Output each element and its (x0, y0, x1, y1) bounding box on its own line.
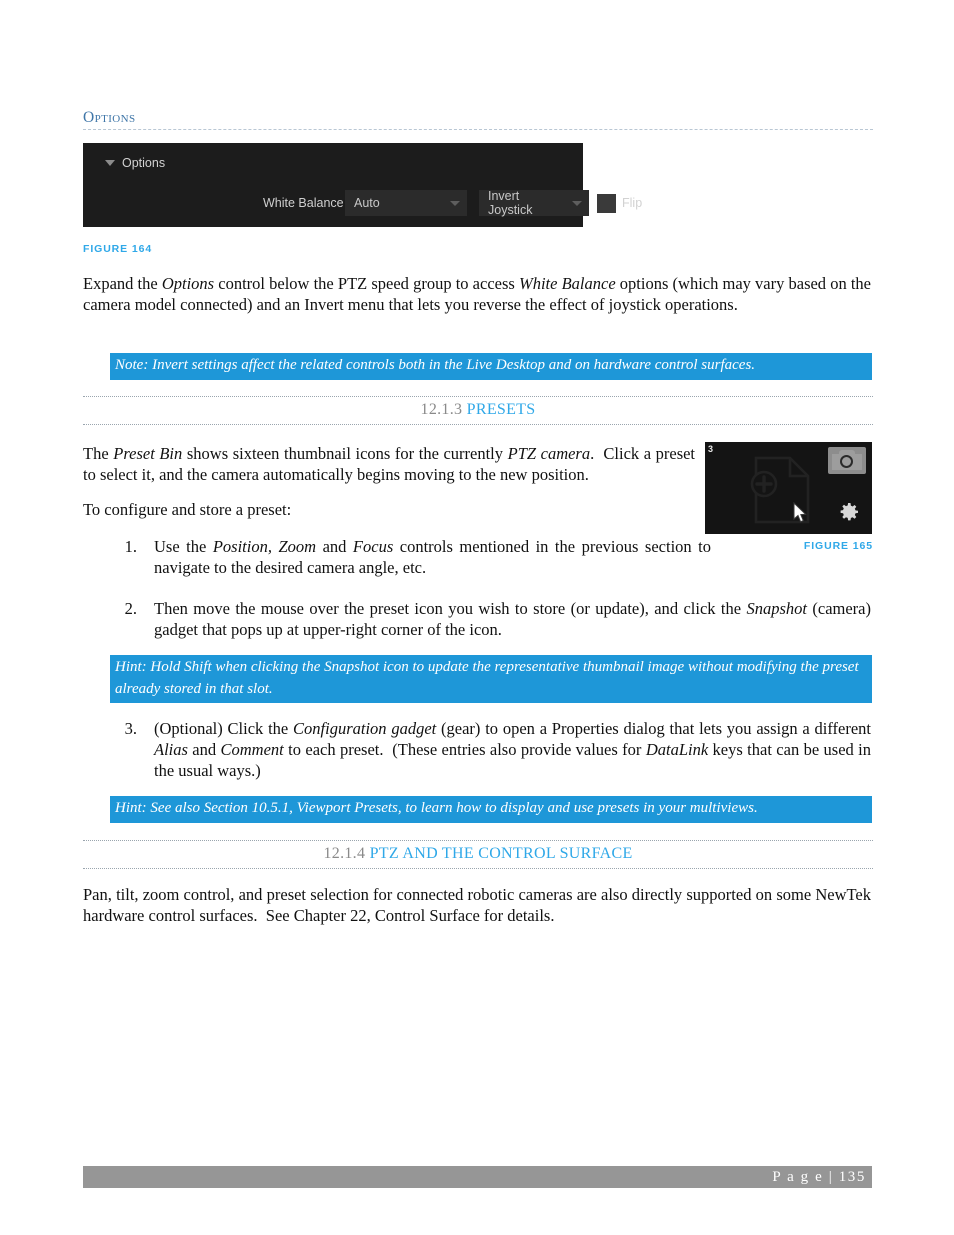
mouse-cursor-icon (793, 502, 807, 523)
invert-dropdown[interactable]: Invert Joystick (479, 189, 589, 217)
note-invert-settings: Note: Invert settings affect the related… (110, 353, 872, 380)
chevron-down-icon (450, 200, 460, 206)
paragraph-configure-store: To configure and store a preset: (83, 500, 292, 519)
invert-value: Invert Joystick (488, 189, 533, 217)
list-item-number: 1. (124, 537, 137, 556)
section-heading-ptz-control-surface: 12.1.4 PTZ AND THE CONTROL SURFACE (83, 841, 873, 868)
section-rule-bottom (83, 868, 873, 869)
section-title: PTZ AND THE CONTROL SURFACE (369, 845, 633, 862)
preset-slot-badge: 3 (708, 444, 714, 454)
flip-label: Flip (622, 196, 643, 210)
gear-configuration-icon[interactable] (837, 500, 861, 524)
section-heading-ptz-control-surface-block: 12.1.4 PTZ AND THE CONTROL SURFACE (83, 840, 873, 869)
options-panel-title: Options (122, 156, 166, 170)
paragraph-preset-bin: The Preset Bin shows sixteen thumbnail i… (83, 444, 696, 484)
snapshot-camera-icon[interactable] (828, 447, 866, 474)
chevron-down-icon (572, 200, 582, 206)
paragraph-pan-tilt-zoom: Pan, tilt, zoom control, and preset sele… (83, 885, 871, 925)
list-item-text: Use the Position, Zoom and Focus control… (154, 537, 711, 577)
paragraph-expand-options: Expand the Options control below the PTZ… (83, 274, 871, 314)
document-page: Options Options White Balance Auto Inver… (0, 0, 954, 1235)
list-item-text: Then move the mouse over the preset icon… (154, 599, 871, 639)
hint-viewport-presets: Hint: See also Section 10.5.1, Viewport … (110, 796, 872, 823)
footer-bar: P a g e | 135 (83, 1166, 872, 1188)
section-title: PRESETS (466, 401, 536, 418)
list-item-number: 2. (124, 599, 137, 618)
section-number: 12.1.3 (420, 401, 463, 418)
subheading-options-block: Options (83, 109, 873, 131)
white-balance-dropdown[interactable]: Auto (345, 190, 467, 216)
section-rule-bottom (83, 424, 873, 425)
white-balance-value: Auto (354, 196, 380, 210)
white-balance-label: White Balance (263, 196, 344, 210)
camera-lens (840, 455, 853, 468)
list-item: 2. Then move the mouse over the preset i… (111, 598, 871, 640)
list-item: 1. Use the Position, Zoom and Focus cont… (111, 536, 711, 578)
figure-164-caption: FIGURE 164 (83, 243, 153, 255)
figure-165-caption: FIGURE 165 (803, 540, 873, 552)
section-heading-presets: 12.1.3 PRESETS (83, 397, 873, 424)
options-panel-figure: Options White Balance Auto Invert Joysti… (83, 143, 642, 227)
list-item-text: (Optional) Click the Configuration gadge… (154, 719, 871, 780)
list-item-number: 3. (124, 719, 137, 738)
hint-hold-shift: Hint: Hold Shift when clicking the Snaps… (110, 655, 872, 703)
preset-tile-figure: 3 (705, 442, 872, 534)
list-item: 3. (Optional) Click the Configuration ga… (111, 718, 871, 781)
subheading-rule (83, 129, 873, 131)
section-number: 12.1.4 (323, 845, 366, 862)
disclosure-triangle-down-icon[interactable] (105, 160, 115, 166)
footer-page-number: P a g e | 135 (772, 1169, 866, 1185)
section-heading-presets-block: 12.1.3 PRESETS (83, 396, 873, 425)
flip-checkbox[interactable] (597, 194, 616, 213)
options-panel-header[interactable]: Options (105, 156, 165, 170)
subheading-options: Options (83, 109, 136, 126)
